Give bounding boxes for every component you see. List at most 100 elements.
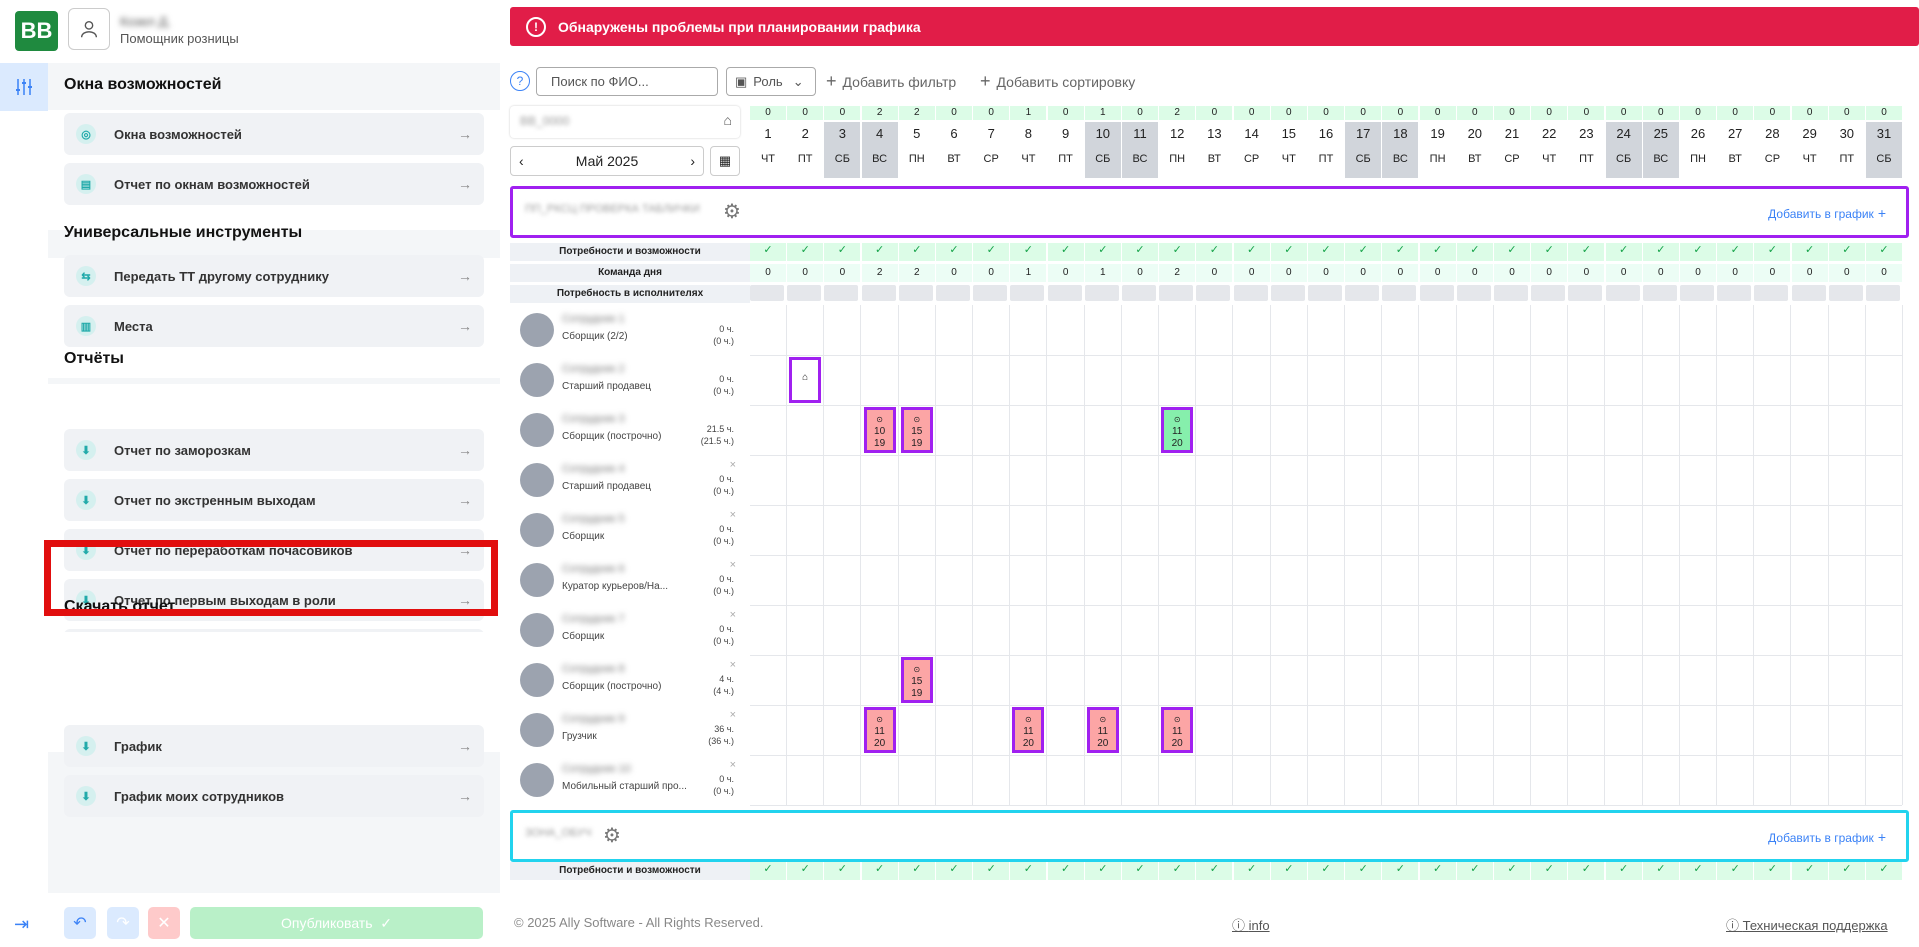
sidebar-item[interactable]: ⬇ График моих сотрудников → xyxy=(64,775,484,817)
day-column-header[interactable]: 16 ПТ xyxy=(1308,122,1344,178)
undo-button[interactable]: ↶ xyxy=(64,907,96,939)
info-link[interactable]: ⓘ info xyxy=(1232,915,1270,934)
role-label: Роль xyxy=(753,74,783,89)
close-icon[interactable]: × xyxy=(730,509,736,521)
day-column-header[interactable]: 20 ВТ xyxy=(1457,122,1493,178)
day-column-header[interactable]: 30 ПТ xyxy=(1829,122,1865,178)
logout-icon[interactable]: ⇥ xyxy=(14,914,29,935)
add-to-schedule-link[interactable]: Добавить в график + xyxy=(1768,829,1886,845)
day-column-header[interactable]: 18 ВС xyxy=(1382,122,1419,178)
shift-cell[interactable]: ⊙ 11 20 xyxy=(1012,707,1045,753)
day-column-header[interactable]: 27 ВТ xyxy=(1717,122,1753,178)
day-column-header[interactable]: 5 ПН xyxy=(899,122,935,178)
employee-row[interactable]: Сотрудник 2 Старший продавец 0 ч. (0 ч.) xyxy=(514,357,740,403)
sidebar-item[interactable]: ⬇ Отчет по экстренным выходам → xyxy=(64,479,484,521)
close-icon[interactable]: × xyxy=(730,559,736,571)
calendar-icon[interactable]: ▦ xyxy=(710,146,740,176)
day-column-header[interactable]: 12 ПН xyxy=(1159,122,1195,178)
day-column-header[interactable]: 13 ВТ xyxy=(1196,122,1232,178)
employee-row[interactable]: Сотрудник 5 Сборщик 0 ч. (0 ч.) × xyxy=(514,507,740,553)
day-column-header[interactable]: 22 ЧТ xyxy=(1531,122,1567,178)
add-to-schedule-link[interactable]: Добавить в график + xyxy=(1768,205,1886,221)
day-column-header[interactable]: 26 ПН xyxy=(1680,122,1716,178)
document-icon: ⬇ xyxy=(76,490,96,510)
employee-row[interactable]: Сотрудник 3 Сборщик (построчно) 21.5 ч. (21… xyxy=(514,407,740,453)
day-column-header[interactable]: 15 ЧТ xyxy=(1271,122,1307,178)
chevron-right-icon[interactable]: › xyxy=(690,153,695,169)
day-column-header[interactable]: 1 ЧТ xyxy=(750,122,786,178)
day-column-header[interactable]: 24 СБ xyxy=(1605,122,1642,178)
search-input[interactable]: Поиск по ФИО... xyxy=(536,67,718,96)
day-column-header[interactable]: 19 ПН xyxy=(1420,122,1456,178)
shift-cell[interactable]: ⌂ xyxy=(789,357,822,403)
day-column-header[interactable]: 10 СБ xyxy=(1084,122,1121,178)
day-column-header[interactable]: 23 ПТ xyxy=(1568,122,1604,178)
check-icon: ✓ xyxy=(1233,862,1270,880)
employee-role: Сборщик xyxy=(562,531,605,542)
shift-cell[interactable]: ⊙ 11 20 xyxy=(1161,407,1194,453)
sidebar-item[interactable]: ⇆ Передать ТТ другому сотруднику → xyxy=(64,255,484,297)
redo-button[interactable]: ↷ xyxy=(107,907,139,939)
shift-cell[interactable]: ⊙ 15 19 xyxy=(900,407,933,453)
close-icon[interactable]: × xyxy=(730,659,736,671)
add-sort-button[interactable]: + Добавить сортировку xyxy=(980,67,1135,96)
day-count: 0 xyxy=(1568,106,1605,120)
sidebar-item[interactable]: ⬇ График → xyxy=(64,725,484,767)
sidebar-item[interactable]: ▥ Места → xyxy=(64,305,484,347)
employee-row[interactable]: Сотрудник 4 Старший продавец 0 ч. (0 ч.) × xyxy=(514,457,740,503)
user-avatar[interactable] xyxy=(68,8,110,50)
support-link[interactable]: ⓘ Техническая поддержка xyxy=(1726,915,1888,934)
gear-icon[interactable]: ⚙ xyxy=(603,823,621,848)
shift-cell[interactable]: ⊙ 15 19 xyxy=(900,657,933,703)
day-number: 18 xyxy=(1393,126,1408,141)
employee-row[interactable]: Сотрудник 10 Мобильный старший про... 0 ч.… xyxy=(514,757,740,803)
hours-total: (36 ч.) xyxy=(708,736,734,746)
check-icon: ✓ xyxy=(861,243,898,261)
employee-row[interactable]: Сотрудник 7 Сборщик 0 ч. (0 ч.) × xyxy=(514,607,740,653)
publish-button[interactable]: Опубликовать ✓ xyxy=(190,907,483,939)
day-column-header[interactable]: 25 ВС xyxy=(1642,122,1679,178)
day-column-header[interactable]: 6 ВТ xyxy=(936,122,972,178)
day-column-header[interactable]: 3 СБ xyxy=(824,122,861,178)
shift-cell[interactable]: ⊙ 11 20 xyxy=(1086,707,1119,753)
day-column-header[interactable]: 28 СР xyxy=(1754,122,1790,178)
month-picker[interactable]: ‹ Май 2025 › xyxy=(510,146,704,176)
day-column-header[interactable]: 17 СБ xyxy=(1345,122,1382,178)
day-column-header[interactable]: 14 СР xyxy=(1234,122,1270,178)
close-icon[interactable]: × xyxy=(730,709,736,721)
shift-cell[interactable]: ⊙ 10 19 xyxy=(863,407,896,453)
cancel-button[interactable]: ✕ xyxy=(148,907,180,939)
sidebar-item[interactable]: ⬇ Отчет по заморозкам → xyxy=(64,429,484,471)
help-icon[interactable]: ? xyxy=(510,71,530,91)
check-icon: ✓ xyxy=(1084,862,1121,880)
store-selector[interactable]: ВВ_0000 ⌂ xyxy=(510,106,740,138)
close-icon[interactable]: × xyxy=(730,759,736,771)
sidebar-item[interactable]: ◎ Окна возможностей → xyxy=(64,113,484,155)
employee-row[interactable]: Сотрудник 6 Куратор курьеров/На... 0 ч. (0 … xyxy=(514,557,740,603)
employee-row[interactable]: Сотрудник 1 Сборщик (2/2) 0 ч. (0 ч.) xyxy=(514,307,740,353)
close-icon[interactable]: × xyxy=(730,609,736,621)
close-icon[interactable]: × xyxy=(730,459,736,471)
day-column-header[interactable]: 21 СР xyxy=(1494,122,1530,178)
day-column-header[interactable]: 2 ПТ xyxy=(787,122,823,178)
day-column-header[interactable]: 31 СБ xyxy=(1866,122,1902,178)
role-dropdown[interactable]: ▣ Роль ⌄ xyxy=(726,67,816,96)
check-icon: ✓ xyxy=(1010,862,1047,880)
employee-row[interactable]: Сотрудник 9 Грузчик 36 ч. (36 ч.) × xyxy=(514,707,740,753)
day-column-header[interactable]: 29 ЧТ xyxy=(1792,122,1828,178)
check-icon: ✓ xyxy=(1345,243,1382,261)
day-column-header[interactable]: 4 ВС xyxy=(861,122,898,178)
day-column-header[interactable]: 7 СР xyxy=(973,122,1009,178)
filters-icon[interactable] xyxy=(0,63,48,111)
day-column-header[interactable]: 8 ЧТ xyxy=(1010,122,1046,178)
weekday: СБ xyxy=(1616,153,1632,165)
add-filter-button[interactable]: + Добавить фильтр xyxy=(826,67,956,96)
shift-cell[interactable]: ⊙ 11 20 xyxy=(863,707,896,753)
day-column-header[interactable]: 9 ПТ xyxy=(1048,122,1084,178)
employee-row[interactable]: Сотрудник 8 Сборщик (построчно) 4 ч. (4 ч.)… xyxy=(514,657,740,703)
day-column-header[interactable]: 11 ВС xyxy=(1122,122,1158,178)
sidebar-item[interactable]: ▤ Отчет по окнам возможностей → xyxy=(64,163,484,205)
shift-cell[interactable]: ⊙ 11 20 xyxy=(1161,707,1194,753)
gear-icon[interactable]: ⚙ xyxy=(723,199,741,224)
chevron-left-icon[interactable]: ‹ xyxy=(519,153,524,169)
